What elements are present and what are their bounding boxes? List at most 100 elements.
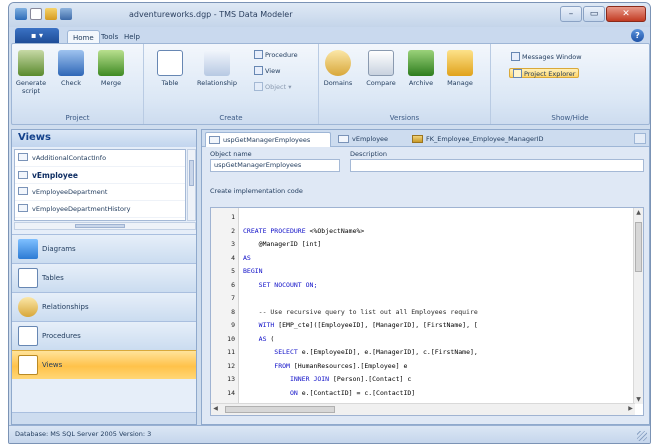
relationship-button[interactable]: Relationship — [192, 50, 242, 87]
diagrams-icon — [18, 239, 38, 259]
code-text: FROM [HumanResources].[Employee] e — [243, 361, 407, 372]
close-tab-button[interactable] — [634, 133, 646, 144]
new-file-icon[interactable] — [30, 8, 42, 20]
domains-icon — [325, 50, 351, 76]
app-window: adventureworks.dgp - TMS Data Modeler – … — [8, 2, 651, 444]
description-field[interactable] — [350, 159, 644, 172]
table-icon — [157, 50, 183, 76]
help-icon[interactable]: ? — [631, 29, 644, 42]
tab-usp-get-manager-employees[interactable]: uspGetManagerEmployees — [205, 132, 331, 147]
versions-group: Domains Compare Archive Manage Versions — [319, 44, 491, 124]
code-text: CREATE PROCEDURE <%ObjectName%> — [243, 226, 364, 237]
quick-access-toolbar — [15, 8, 72, 20]
tab-fk-employee[interactable]: FK_Employee_Employee_ManagerID — [409, 132, 589, 147]
tab-vemployee[interactable]: vEmployee — [335, 132, 405, 147]
views-list-hscroll[interactable] — [14, 222, 196, 230]
line-number: 12 — [227, 361, 235, 370]
object-button[interactable]: Object ▾ — [254, 82, 292, 92]
editor-vscroll[interactable]: ▲ ▼ — [633, 208, 643, 404]
check-button[interactable]: Check — [56, 50, 86, 87]
object-icon — [254, 82, 263, 91]
manage-label: Manage — [447, 79, 473, 87]
code-editor[interactable]: 1 2 CREATE PROCEDURE <%ObjectName%> 3 @Mana… — [210, 207, 644, 416]
save-icon[interactable] — [60, 8, 72, 20]
application-menu-button[interactable]: ▪ ▾ — [15, 28, 59, 44]
tab-home[interactable]: Home — [67, 30, 100, 44]
nav-tables[interactable]: Tables — [12, 263, 196, 292]
scroll-right-icon[interactable]: ▶ — [626, 405, 635, 412]
scroll-thumb[interactable] — [75, 224, 125, 228]
line-number: 5 — [231, 267, 235, 275]
resize-grip-icon[interactable] — [637, 431, 647, 441]
list-item[interactable]: vEmployee — [15, 167, 185, 184]
domains-button[interactable]: Domains — [321, 50, 355, 87]
scroll-thumb[interactable] — [635, 222, 642, 272]
procedure-icon — [254, 50, 263, 59]
nav-relationships[interactable]: Relationships — [12, 292, 196, 321]
object-label: Object — [265, 83, 287, 91]
messages-window-button[interactable]: Messages Window — [511, 52, 582, 62]
close-button[interactable]: ✕ — [606, 6, 646, 22]
create-group: Table Relationship Procedure View Object… — [144, 44, 319, 124]
compare-button[interactable]: Compare — [363, 50, 399, 87]
views-list: vAdditionalContactInfo vEmployee vEmploy… — [14, 149, 186, 221]
minimize-button[interactable]: – — [560, 6, 582, 22]
nav-procedures[interactable]: Procedures — [12, 321, 196, 350]
view-item-icon — [18, 171, 28, 179]
code-rest: e.[ContactID] = c.[ContactID] — [301, 388, 416, 397]
nav-diagrams[interactable]: Diagrams — [12, 234, 196, 263]
title-bar: adventureworks.dgp - TMS Data Modeler – … — [9, 3, 650, 27]
manage-button[interactable]: Manage — [443, 50, 477, 87]
code-label: Create implementation code — [210, 187, 303, 195]
project-group: Generate script Check Merge Project — [12, 44, 144, 124]
view-label: View — [265, 67, 281, 75]
list-item[interactable]: vEmployeeDepartmentHistory — [15, 201, 185, 218]
procedure-button[interactable]: Procedure — [254, 50, 298, 60]
scroll-thumb[interactable] — [225, 406, 335, 413]
code-rest: [HumanResources].[Employee] e — [293, 361, 408, 370]
view-item-icon — [18, 204, 28, 212]
list-item[interactable]: vEmployeeDepartment — [15, 184, 185, 201]
view-icon — [254, 66, 263, 75]
maximize-button[interactable]: ▭ — [583, 6, 605, 22]
view-button[interactable]: View — [254, 66, 280, 76]
project-explorer-icon — [513, 69, 522, 78]
merge-button[interactable]: Merge — [96, 50, 126, 87]
code-text: ON e.[ContactID] = c.[ContactID] — [243, 388, 415, 399]
editor-hscroll[interactable]: ◀ ▶ — [211, 403, 635, 415]
views-list-vscroll[interactable] — [187, 149, 196, 221]
nav-views[interactable]: Views — [12, 350, 196, 379]
scroll-left-icon[interactable]: ◀ — [211, 405, 220, 412]
view-tab-icon — [338, 135, 349, 143]
domains-label: Domains — [323, 79, 353, 87]
object-name-field[interactable]: uspGetManagerEmployees — [210, 159, 340, 172]
code-rest: -- Use recursive query to list out all E… — [243, 307, 478, 316]
code-keyword: AS — [243, 334, 267, 343]
line-number: 13 — [227, 375, 235, 383]
ribbon-tabs: ▪ ▾ Home Tools Help ? — [9, 27, 650, 44]
relationships-icon — [18, 297, 38, 317]
create-group-label: Create — [219, 114, 243, 122]
open-folder-icon[interactable] — [45, 8, 57, 20]
merge-label: Merge — [100, 79, 122, 87]
tables-icon — [18, 268, 38, 288]
project-group-label: Project — [65, 114, 90, 122]
views-panel: Views vAdditionalContactInfo vEmployee v… — [11, 129, 197, 425]
scroll-up-icon[interactable]: ▲ — [634, 208, 643, 217]
document-area: uspGetManagerEmployees vEmployee FK_Empl… — [201, 129, 650, 425]
archive-label: Archive — [408, 79, 434, 87]
showhide-group-label: Show/Hide — [551, 114, 589, 122]
list-item[interactable]: vAdditionalContactInfo — [15, 150, 185, 167]
archive-button[interactable]: Archive — [405, 50, 437, 87]
check-icon — [58, 50, 84, 76]
scroll-thumb[interactable] — [189, 160, 194, 186]
table-button[interactable]: Table — [156, 50, 184, 87]
code-rest: e.[EmployeeID], e.[ManagerID], c.[FirstN… — [301, 348, 478, 356]
scroll-down-icon[interactable]: ▼ — [634, 395, 643, 404]
tab-help[interactable]: Help — [119, 30, 145, 44]
generate-script-button[interactable]: Generate script — [14, 50, 48, 95]
project-explorer-button[interactable]: Project Explorer — [509, 68, 580, 78]
panel-footer — [12, 412, 196, 424]
code-rest: [Person].[Contact] c — [333, 375, 412, 383]
showhide-group: Messages Window Project Explorer Show/Hi… — [491, 44, 649, 124]
